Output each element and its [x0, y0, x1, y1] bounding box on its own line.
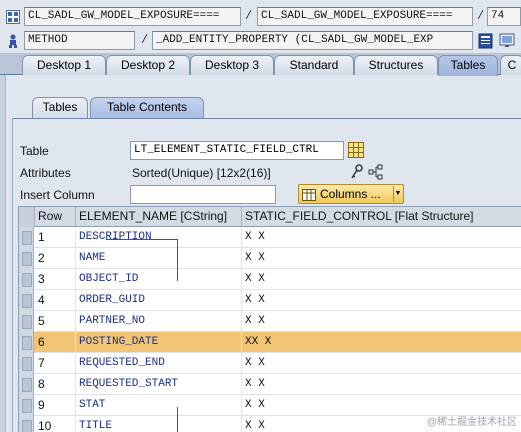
annotation-line: [106, 239, 178, 240]
dropdown-arrow-icon[interactable]: ▼: [393, 186, 402, 202]
columns-icon: [302, 188, 316, 206]
header-row[interactable]: Row: [35, 207, 76, 227]
attributes-label: Attributes: [20, 166, 71, 180]
tab-standard[interactable]: Standard: [274, 55, 354, 75]
table-grid-icon[interactable]: [348, 142, 364, 158]
row-selector[interactable]: [19, 332, 34, 353]
left-frame-strip: [0, 75, 6, 432]
row-number-cell[interactable]: 9: [35, 395, 76, 416]
row-selector[interactable]: [19, 416, 34, 432]
row-number-cell[interactable]: 1: [35, 227, 76, 248]
element-name-cell[interactable]: POSTING_DATE: [76, 332, 242, 353]
event-type-field[interactable]: METHOD: [24, 31, 135, 50]
element-name-cell[interactable]: STAT: [76, 395, 242, 416]
program-field[interactable]: CL_SADL_GW_MODEL_EXPOSURE====: [24, 7, 241, 26]
header-element-name[interactable]: ELEMENT_NAME [CString]: [76, 207, 242, 227]
table-contents-grid: Row ELEMENT_NAME [CString] STATIC_FIELD_…: [18, 206, 521, 432]
table-row[interactable]: 4 ORDER_GUID X X: [19, 290, 521, 311]
element-name-cell[interactable]: ORDER_GUID: [76, 290, 242, 311]
table-label: Table: [20, 144, 49, 158]
path-separator: /: [245, 9, 253, 23]
grid-header-row: Row ELEMENT_NAME [CString] STATIC_FIELD_…: [19, 207, 521, 227]
panel-left-border: [12, 118, 13, 432]
object-path-row: CL_SADL_GW_MODEL_EXPOSURE==== / CL_SADL_…: [0, 7, 521, 29]
element-name-cell[interactable]: DESCRIPTION: [76, 227, 242, 248]
element-name-cell[interactable]: PARTNER_NO: [76, 311, 242, 332]
table-row[interactable]: 5 PARTNER_NO X X: [19, 311, 521, 332]
table-row[interactable]: 2 NAME X X: [19, 248, 521, 269]
row-selector[interactable]: [19, 311, 34, 332]
path-separator: /: [477, 9, 485, 23]
element-name-cell[interactable]: OBJECT_ID: [76, 269, 242, 290]
static-field-control-cell[interactable]: X X: [242, 248, 521, 269]
key-icon[interactable]: [350, 164, 364, 180]
hierarchy-icon[interactable]: [368, 164, 384, 180]
static-field-control-cell[interactable]: XX X: [242, 332, 521, 353]
static-field-control-cell[interactable]: X X: [242, 374, 521, 395]
event-name-field[interactable]: _ADD_ENTITY_PROPERTY (CL_SADL_GW_MODEL_E…: [152, 31, 473, 50]
static-field-control-cell[interactable]: X X: [242, 227, 521, 248]
row-number-cell[interactable]: 2: [35, 248, 76, 269]
tab-desktop-3[interactable]: Desktop 3: [190, 55, 274, 75]
tab-tables-list[interactable]: Tables: [32, 97, 88, 118]
include-field[interactable]: CL_SADL_GW_MODEL_EXPOSURE====: [257, 7, 473, 26]
header-static-field-control[interactable]: STATIC_FIELD_CONTROL [Flat Structure]: [242, 207, 521, 227]
row-selector[interactable]: [19, 248, 34, 269]
book-icon[interactable]: [478, 33, 494, 49]
element-name-cell[interactable]: NAME: [76, 248, 242, 269]
row-selector[interactable]: [19, 269, 34, 290]
method-row: METHOD / _ADD_ENTITY_PROPERTY (CL_SADL_G…: [0, 31, 521, 53]
annotation-line: [177, 239, 178, 281]
row-selector[interactable]: [19, 395, 34, 416]
element-name-cell[interactable]: REQUESTED_START: [76, 374, 242, 395]
row-number-cell[interactable]: 7: [35, 353, 76, 374]
insert-column-label: Insert Column: [20, 188, 95, 202]
desktop-tab-bar: Desktop 1 Desktop 2 Desktop 3 Standard S…: [0, 53, 521, 76]
line-number-field[interactable]: 74: [487, 7, 521, 26]
table-name-input[interactable]: LT_ELEMENT_STATIC_FIELD_CTRL: [130, 141, 344, 160]
table-row[interactable]: 8 REQUESTED_START X X: [19, 374, 521, 395]
row-number-cell[interactable]: 4: [35, 290, 76, 311]
row-number-cell[interactable]: 6: [35, 332, 76, 353]
debug-figure-icon: [6, 34, 20, 48]
display-icon[interactable]: [499, 33, 515, 49]
grid-icon[interactable]: [6, 10, 20, 24]
table-row[interactable]: 3 OBJECT_ID X X: [19, 269, 521, 290]
tab-structures[interactable]: Structures: [354, 55, 438, 75]
tab-overflow[interactable]: C: [500, 55, 521, 75]
row-selector[interactable]: [19, 290, 34, 311]
tab-desktop-2[interactable]: Desktop 2: [106, 55, 190, 75]
row-selector[interactable]: [19, 353, 34, 374]
table-row[interactable]: 7 REQUESTED_END X X: [19, 353, 521, 374]
row-selector[interactable]: [19, 227, 34, 248]
attributes-value: Sorted(Unique) [12x2(16)]: [132, 166, 271, 180]
row-number-cell[interactable]: 8: [35, 374, 76, 395]
watermark: @稀土掘金技术社区: [426, 417, 517, 428]
insert-column-input[interactable]: [130, 185, 276, 204]
static-field-control-cell[interactable]: X X: [242, 353, 521, 374]
static-field-control-cell[interactable]: X X: [242, 311, 521, 332]
columns-button-label: Columns ...: [320, 187, 381, 201]
tab-table-contents[interactable]: Table Contents: [90, 97, 204, 118]
select-all-cell[interactable]: [19, 207, 35, 227]
tab-tables[interactable]: Tables: [438, 55, 498, 76]
static-field-control-cell[interactable]: X X: [242, 269, 521, 290]
row-number-cell[interactable]: 10: [35, 416, 76, 432]
columns-button[interactable]: Columns ... ▼: [298, 184, 404, 204]
element-name-cell[interactable]: TITLE: [76, 416, 242, 432]
static-field-control-cell[interactable]: X X: [242, 290, 521, 311]
row-selector[interactable]: [19, 374, 34, 395]
panel-top-border: [12, 118, 521, 119]
annotation-line: [177, 407, 178, 432]
row-number-cell[interactable]: 3: [35, 269, 76, 290]
element-name-cell[interactable]: REQUESTED_END: [76, 353, 242, 374]
tab-desktop-1[interactable]: Desktop 1: [22, 55, 106, 75]
table-row[interactable]: 6 POSTING_DATE XX X: [19, 332, 521, 353]
row-number-cell[interactable]: 5: [35, 311, 76, 332]
table-row[interactable]: 1 DESCRIPTION X X: [19, 227, 521, 248]
path-separator: /: [141, 33, 149, 47]
